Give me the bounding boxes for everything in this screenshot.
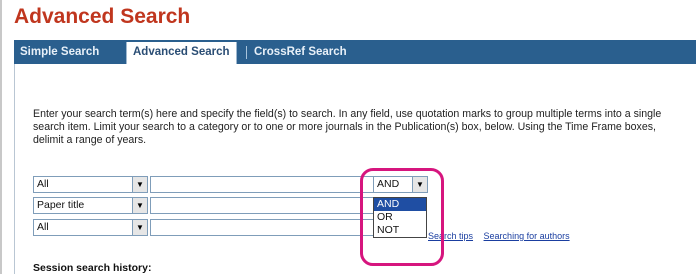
search-term-input-3[interactable] — [150, 219, 374, 236]
chevron-down-icon[interactable]: ▼ — [132, 177, 147, 192]
field-select-3[interactable]: All ▼ — [33, 219, 148, 236]
chevron-down-icon[interactable]: ▼ — [132, 198, 147, 213]
field-select-1-value: All — [37, 178, 49, 190]
search-row-2: Paper title ▼ — [33, 197, 374, 214]
operator-dropdown-list: AND OR NOT — [373, 197, 427, 238]
search-term-input-1[interactable] — [150, 176, 374, 193]
help-links: Search tips Searching for authors — [428, 231, 578, 241]
chevron-down-icon[interactable]: ▼ — [132, 220, 147, 235]
session-history-label: Session search history: — [33, 262, 152, 274]
search-row-1: All ▼ AND ▼ — [33, 176, 433, 193]
field-select-2-value: Paper title — [37, 199, 85, 211]
search-row-3: All ▼ — [33, 219, 374, 236]
operator-option-not[interactable]: NOT — [374, 224, 426, 237]
page-title: Advanced Search — [14, 5, 191, 28]
operator-select-1[interactable]: AND ▼ — [373, 176, 428, 193]
field-select-3-value: All — [37, 221, 49, 233]
chevron-down-icon[interactable]: ▼ — [412, 177, 427, 192]
field-select-1[interactable]: All ▼ — [33, 176, 148, 193]
operator-select-1-value: AND — [377, 178, 400, 190]
field-select-2[interactable]: Paper title ▼ — [33, 197, 148, 214]
searching-for-authors-link[interactable]: Searching for authors — [484, 231, 570, 241]
operator-option-or[interactable]: OR — [374, 211, 426, 224]
search-tips-link[interactable]: Search tips — [428, 231, 473, 241]
search-panel — [14, 64, 697, 274]
search-instructions: Enter your search term(s) here and speci… — [33, 108, 662, 147]
tab-divider — [246, 46, 247, 59]
tab-crossref-search[interactable]: CrossRef Search — [248, 43, 353, 61]
window-frame-edge — [0, 0, 2, 274]
operator-option-and[interactable]: AND — [374, 198, 426, 211]
tab-bar: Simple Search Advanced Search CrossRef S… — [14, 40, 696, 65]
search-term-input-2[interactable] — [150, 197, 374, 214]
tab-advanced-search[interactable]: Advanced Search — [126, 42, 237, 64]
tab-simple-search[interactable]: Simple Search — [14, 43, 105, 61]
